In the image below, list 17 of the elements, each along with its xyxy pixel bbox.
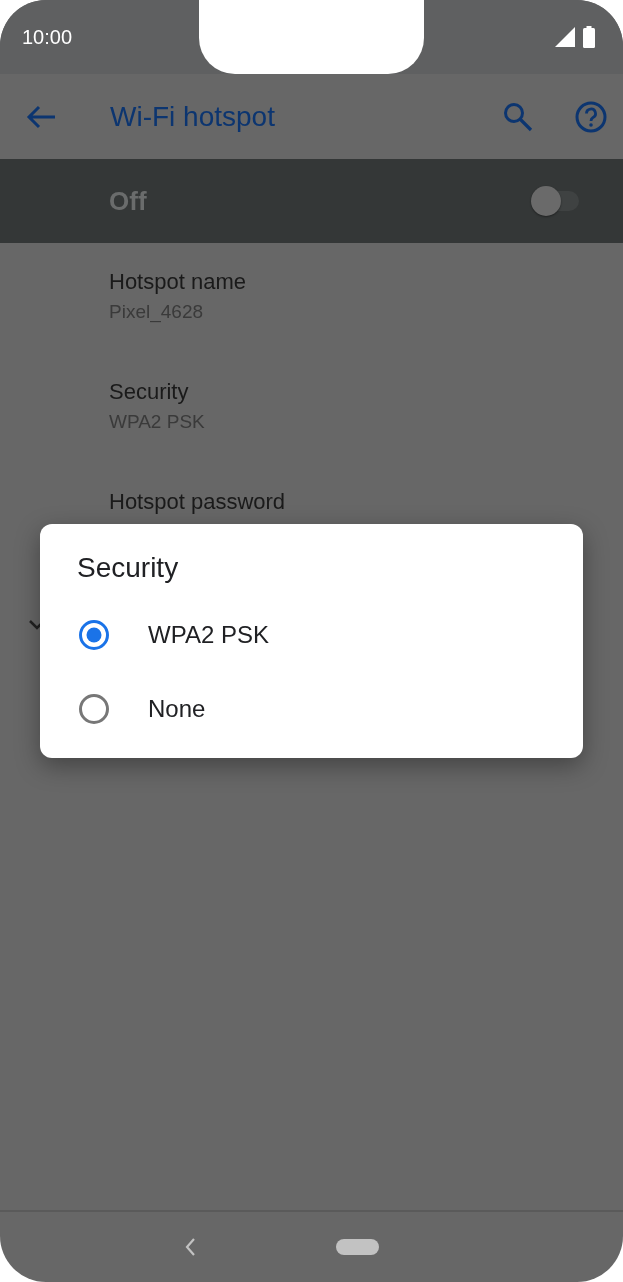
home-pill[interactable] (336, 1239, 379, 1255)
option-label[interactable]: None (148, 695, 206, 723)
radio-button[interactable] (78, 619, 110, 651)
screen-title: Wi-Fi hotspot (110, 100, 276, 133)
back-arrow-icon[interactable] (26, 104, 56, 129)
setting-title[interactable]: Hotspot name (109, 269, 623, 295)
search-icon[interactable] (503, 101, 533, 132)
signal-icon (555, 27, 575, 47)
setting-title[interactable]: Security (109, 379, 623, 405)
setting-title[interactable]: Hotspot password (109, 489, 623, 515)
back-icon[interactable] (184, 1237, 196, 1257)
dialog-title: Security (77, 552, 179, 584)
clock: 10:00 (22, 25, 73, 49)
radio-button[interactable] (78, 693, 110, 725)
option-label[interactable]: WPA2 PSK (148, 621, 269, 649)
help-icon[interactable] (575, 100, 607, 133)
battery-icon (583, 26, 595, 48)
